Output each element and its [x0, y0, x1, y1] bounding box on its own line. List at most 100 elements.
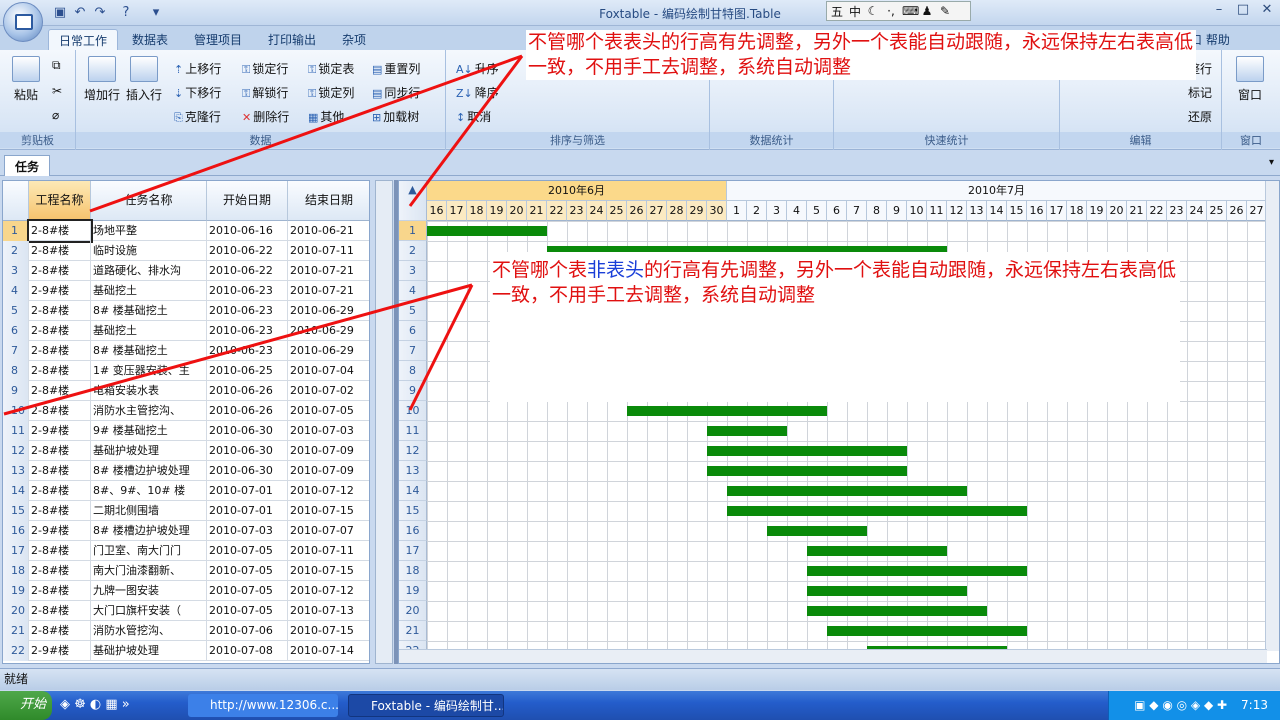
- task-foxtable[interactable]: Foxtable - 编码绘制甘...: [348, 694, 504, 717]
- gantt-row-header[interactable]: 19: [399, 581, 427, 601]
- gantt-bar[interactable]: [707, 466, 907, 476]
- row-number[interactable]: 1: [3, 221, 29, 241]
- table-row[interactable]: 7 2-8#楼 8# 楼基础挖土 2010-06-23 2010-06-29: [3, 341, 369, 361]
- table-cell[interactable]: 2010-06-29: [288, 341, 369, 361]
- table-row[interactable]: 21 2-8#楼 消防水管挖沟、 2010-07-06 2010-07-15: [3, 621, 369, 641]
- row-number[interactable]: 22: [3, 641, 29, 661]
- wrench-icon[interactable]: ✎: [938, 4, 952, 18]
- row-number[interactable]: 11: [3, 421, 29, 441]
- row-number[interactable]: 13: [3, 461, 29, 481]
- table-row[interactable]: 22 2-9#楼 基础护坡处理 2010-07-08 2010-07-14: [3, 641, 369, 661]
- table-cell[interactable]: 2010-07-04: [288, 361, 369, 381]
- table-cell[interactable]: 2010-07-05: [288, 401, 369, 421]
- table-cell[interactable]: 8# 楼槽边护坡处理: [91, 521, 207, 541]
- add-row-button[interactable]: 增加行: [82, 56, 122, 103]
- move-down-button[interactable]: ⇣ 下移行: [174, 84, 221, 101]
- lock-table-button[interactable]: ⚿ 锁定表: [308, 60, 354, 77]
- table-cell[interactable]: 2010-07-03: [207, 521, 288, 541]
- table-cell[interactable]: 2-8#楼: [29, 601, 91, 621]
- lock-row-button[interactable]: ⚿ 锁定行: [242, 60, 288, 77]
- table-cell[interactable]: 2010-07-01: [207, 501, 288, 521]
- gantt-row-header[interactable]: 11: [399, 421, 427, 441]
- close-button[interactable]: ✕: [1256, 2, 1278, 20]
- table-cell[interactable]: 2-8#楼: [29, 561, 91, 581]
- table-cell[interactable]: 2010-07-07: [288, 521, 369, 541]
- table-cell[interactable]: 二期北侧围墙: [91, 501, 207, 521]
- dot-icon[interactable]: ·,: [884, 4, 898, 18]
- gantt-row-header[interactable]: 18: [399, 561, 427, 581]
- table-cell[interactable]: 2010-07-01: [207, 481, 288, 501]
- table-cell[interactable]: 2010-07-15: [288, 621, 369, 641]
- row-number[interactable]: 21: [3, 621, 29, 641]
- table-row[interactable]: 5 2-8#楼 8# 楼基础挖土 2010-06-23 2010-06-29: [3, 301, 369, 321]
- paste-button[interactable]: 粘贴: [6, 56, 46, 103]
- table-cell[interactable]: 2010-06-23: [207, 321, 288, 341]
- column-header-task[interactable]: 任务名称: [91, 181, 207, 221]
- table-cell[interactable]: 2010-07-05: [207, 561, 288, 581]
- table-cell[interactable]: 道路硬化、排水沟: [91, 261, 207, 281]
- app-menu-button[interactable]: [3, 2, 43, 42]
- right-horizontal-scrollbar[interactable]: [399, 649, 1267, 663]
- table-cell[interactable]: 2010-07-15: [288, 501, 369, 521]
- table-cell[interactable]: 门卫室、南大门门: [91, 541, 207, 561]
- table-cell[interactable]: 2010-07-21: [288, 281, 369, 301]
- gantt-bar[interactable]: [807, 606, 987, 616]
- unlock-row-button[interactable]: ⚿ 解锁行: [242, 84, 288, 101]
- table-cell[interactable]: 2-8#楼: [29, 401, 91, 421]
- tab-datasheet[interactable]: 数据表: [122, 29, 178, 50]
- table-cell[interactable]: 2-8#楼: [29, 581, 91, 601]
- row-number[interactable]: 5: [3, 301, 29, 321]
- sort-desc-button[interactable]: Z↓ 降序: [456, 84, 499, 101]
- gantt-bar[interactable]: [427, 226, 547, 236]
- table-cell[interactable]: 8# 楼槽边护坡处理: [91, 461, 207, 481]
- row-number[interactable]: 14: [3, 481, 29, 501]
- maximize-button[interactable]: □: [1232, 2, 1254, 20]
- table-cell[interactable]: 2-8#楼: [29, 541, 91, 561]
- row-number[interactable]: 17: [3, 541, 29, 561]
- table-cell[interactable]: 2-8#楼: [29, 621, 91, 641]
- table-row[interactable]: 18 2-8#楼 南大门油漆翻新、 2010-07-05 2010-07-15: [3, 561, 369, 581]
- table-cell[interactable]: 2010-07-03: [288, 421, 369, 441]
- table-row[interactable]: 13 2-8#楼 8# 楼槽边护坡处理 2010-06-30 2010-07-09: [3, 461, 369, 481]
- table-cell[interactable]: 2010-06-16: [207, 221, 288, 241]
- chevron-down-icon[interactable]: ▾: [1269, 157, 1274, 168]
- table-cell[interactable]: 消防水主管挖沟、: [91, 401, 207, 421]
- table-cell[interactable]: 2010-07-05: [207, 601, 288, 621]
- table-row[interactable]: 11 2-9#楼 9# 楼基础挖土 2010-06-30 2010-07-03: [3, 421, 369, 441]
- sort-asc-button[interactable]: A↓ 升序: [456, 60, 499, 77]
- table-cell[interactable]: 基础挖土: [91, 281, 207, 301]
- gantt-bar[interactable]: [807, 566, 1027, 576]
- insert-row-button[interactable]: 插入行: [124, 56, 164, 103]
- table-cell[interactable]: 2-9#楼: [29, 421, 91, 441]
- table-cell[interactable]: 2010-07-11: [288, 241, 369, 261]
- table-cell[interactable]: 2-8#楼: [29, 441, 91, 461]
- table-cell[interactable]: 2010-06-25: [207, 361, 288, 381]
- table-cell[interactable]: 2010-07-05: [207, 541, 288, 561]
- gantt-row-header[interactable]: 8: [399, 361, 427, 381]
- table-cell[interactable]: 临时设施: [91, 241, 207, 261]
- user-icon[interactable]: ♟: [920, 4, 934, 18]
- row-number[interactable]: 16: [3, 521, 29, 541]
- quicklaunch-icons[interactable]: ◈ ☸ ◐ ▦ »: [60, 697, 130, 712]
- table-cell[interactable]: 2-8#楼: [29, 381, 91, 401]
- row-number[interactable]: 19: [3, 581, 29, 601]
- moon-icon[interactable]: ☾: [866, 4, 880, 18]
- table-cell[interactable]: 2010-06-30: [207, 441, 288, 461]
- table-cell[interactable]: 2-8#楼: [29, 241, 91, 261]
- table-cell[interactable]: 2010-06-23: [207, 281, 288, 301]
- cut-icon[interactable]: ✂: [52, 84, 62, 98]
- table-cell[interactable]: 2010-07-08: [207, 641, 288, 661]
- table-cell[interactable]: 2010-06-21: [288, 221, 369, 241]
- gantt-row-header[interactable]: 10: [399, 401, 427, 421]
- row-number[interactable]: 8: [3, 361, 29, 381]
- left-vertical-scrollbar[interactable]: [375, 180, 393, 664]
- table-cell[interactable]: 2010-06-30: [207, 421, 288, 441]
- table-cell[interactable]: 电箱安装水表: [91, 381, 207, 401]
- table-cell[interactable]: 8# 楼基础挖土: [91, 301, 207, 321]
- table-cell[interactable]: 8# 楼基础挖土: [91, 341, 207, 361]
- gantt-row-header[interactable]: 9: [399, 381, 427, 401]
- table-row[interactable]: 4 2-9#楼 基础挖土 2010-06-23 2010-07-21: [3, 281, 369, 301]
- keyboard-icon[interactable]: ⌨: [902, 4, 919, 18]
- table-cell[interactable]: 2010-06-26: [207, 381, 288, 401]
- row-number[interactable]: 20: [3, 601, 29, 621]
